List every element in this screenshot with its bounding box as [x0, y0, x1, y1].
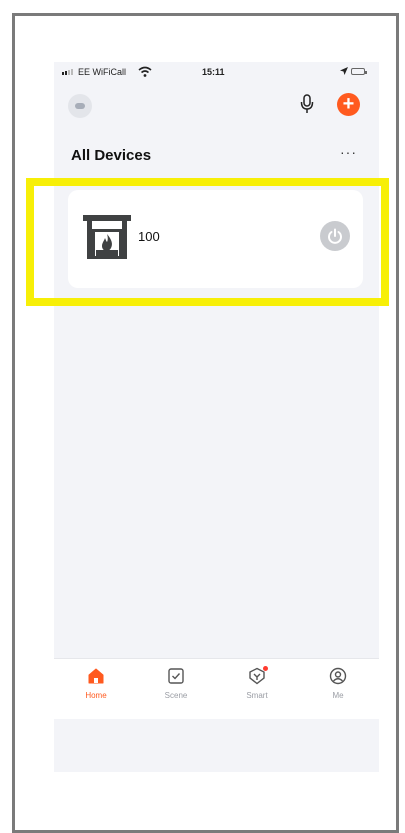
- wifi-icon: [138, 66, 152, 77]
- tab-home-label: Home: [85, 691, 107, 700]
- signal-icon: [62, 69, 73, 75]
- home-avatar-button[interactable]: [68, 94, 92, 118]
- more-options-button[interactable]: ···: [340, 144, 357, 160]
- phone-screen: EE WiFiCall 15:11 + All Devices ··· 100: [54, 62, 379, 772]
- battery-icon: [351, 68, 367, 75]
- home-icon: [88, 668, 104, 684]
- scene-icon: [168, 668, 184, 684]
- status-bar: EE WiFiCall 15:11: [54, 62, 379, 86]
- tab-smart-label: Smart: [246, 691, 268, 700]
- notification-dot: [263, 666, 268, 671]
- status-time: 15:11: [202, 67, 225, 77]
- add-device-button[interactable]: +: [337, 93, 360, 116]
- tab-scene-label: Scene: [164, 691, 188, 700]
- tab-home[interactable]: Home: [66, 667, 126, 700]
- robot-icon: [75, 103, 85, 109]
- carrier-label: EE WiFiCall: [78, 67, 127, 77]
- microphone-icon[interactable]: [300, 94, 314, 114]
- tab-smart[interactable]: Smart: [227, 666, 287, 700]
- tab-scene[interactable]: Scene: [146, 667, 206, 700]
- plus-icon: +: [342, 93, 355, 115]
- page-title: All Devices: [71, 147, 152, 164]
- location-arrow-icon: [340, 67, 348, 75]
- me-icon: [329, 667, 347, 685]
- tab-me[interactable]: Me: [308, 667, 368, 700]
- tab-me-label: Me: [332, 691, 344, 700]
- bottom-tab-bar: Home Scene Smart Me: [54, 658, 379, 719]
- highlight-box: [26, 178, 389, 306]
